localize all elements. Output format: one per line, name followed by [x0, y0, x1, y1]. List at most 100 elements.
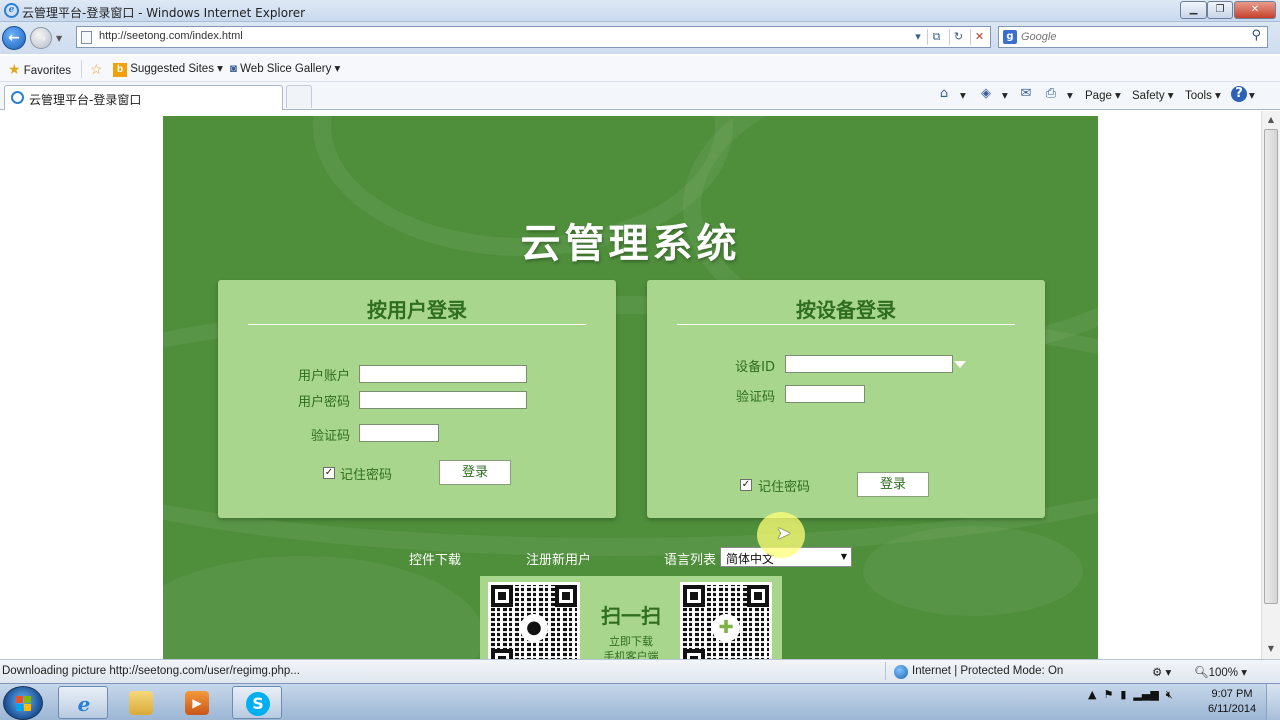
favorites-bar: ★ Favorites ☆ b Suggested Sites ▾ ◙ Web … [0, 56, 1280, 82]
language-list-label: 语言列表 [664, 553, 717, 568]
address-bar[interactable]: http://seetong.com/index.html ▾ ⧉ ↻ ✕ [76, 26, 991, 48]
scrollbar-thumb[interactable] [1264, 129, 1278, 604]
device-id-dropdown-icon[interactable] [954, 361, 966, 368]
captcha-label: 验证码 [735, 390, 775, 405]
internet-zone-icon [894, 665, 908, 679]
device-remember-password-checkbox[interactable]: ✓ [740, 479, 752, 491]
tools-menu[interactable]: Tools ▾ [1185, 88, 1221, 102]
login-page: 云管理系统 按用户登录 用户账户 用户密码 验证码 ✓ 记住密码 登录 按设备登… [163, 116, 1098, 659]
suggested-sites-button[interactable]: b Suggested Sites ▾ [113, 61, 223, 77]
user-login-button[interactable]: 登录 [439, 460, 511, 485]
taskbar-skype[interactable]: S [232, 686, 282, 719]
scroll-down-icon[interactable]: ▼ [1264, 642, 1278, 656]
show-desktop-button[interactable] [1266, 684, 1280, 720]
mail-icon[interactable]: ✉ [1018, 86, 1034, 102]
android-icon: ✚ [712, 614, 740, 642]
plugin-download-link[interactable]: 控件下载 [409, 549, 461, 568]
captcha-label: 验证码 [310, 429, 350, 444]
address-url[interactable]: http://seetong.com/index.html [99, 30, 243, 42]
device-login-button[interactable]: 登录 [857, 472, 929, 497]
user-login-panel: 按用户登录 用户账户 用户密码 验证码 ✓ 记住密码 登录 [218, 280, 616, 518]
forward-button[interactable]: → [30, 27, 52, 49]
taskbar-internet-explorer[interactable]: e [58, 686, 108, 719]
minimize-button[interactable]: ▁ [1180, 1, 1207, 19]
close-button[interactable]: ✕ [1234, 1, 1276, 19]
chevron-down-icon: ▼ [840, 552, 847, 561]
address-dropdown-icon[interactable]: ▾ [909, 29, 927, 45]
title-divider [677, 324, 1015, 325]
protected-mode-icon[interactable]: ⚙ ▾ [1152, 665, 1171, 679]
vertical-scrollbar[interactable]: ▲ ▼ [1261, 111, 1280, 659]
remember-password-checkbox[interactable]: ✓ [323, 467, 335, 479]
device-captcha-input[interactable] [785, 385, 865, 403]
volume-icon[interactable]: 🔇︎ [1166, 688, 1173, 701]
bing-icon: b [113, 63, 127, 77]
print-dropdown-icon[interactable]: ▾ [1067, 88, 1073, 102]
new-tab-button[interactable] [286, 85, 312, 108]
title-divider [248, 324, 586, 325]
tab-login-window[interactable]: 云管理平台-登录窗口 [4, 85, 283, 110]
search-icon[interactable]: ⚲ [1251, 28, 1261, 43]
device-id-input[interactable] [785, 355, 953, 373]
account-input[interactable] [359, 365, 527, 383]
ios-qr-code[interactable]: ● [488, 582, 580, 659]
ie-logo-icon: e [4, 3, 19, 18]
title-bar: e 云管理平台-登录窗口 - Windows Internet Explorer… [0, 0, 1280, 22]
recent-pages-dropdown-icon[interactable]: ▼ [56, 34, 62, 43]
register-new-user-link[interactable]: 注册新用户 [526, 549, 591, 568]
media-player-icon: ▶ [185, 691, 209, 715]
search-box[interactable]: g ⚲ [998, 26, 1268, 48]
internet-explorer-icon: e [77, 692, 91, 716]
tab-bar: 云管理平台-登录窗口 ⌂ ▾ ◈ ▾ ✉ ⎙ ▾ Page ▾ Safety ▾… [0, 82, 1280, 110]
favbar-divider [81, 60, 82, 78]
home-icon[interactable]: ⌂ [936, 86, 952, 102]
suggested-sites-label: Suggested Sites [130, 63, 214, 75]
search-input[interactable] [1021, 29, 1231, 45]
stop-icon[interactable]: ✕ [970, 29, 988, 45]
zoom-control[interactable]: 🔍︎100% ▾ [1194, 665, 1247, 679]
home-dropdown-icon[interactable]: ▾ [960, 88, 966, 102]
device-login-title: 按设备登录 [796, 298, 896, 322]
compatibility-view-icon[interactable]: ⧉ [927, 29, 945, 45]
remember-password-label: 记住密码 [340, 468, 393, 483]
back-button[interactable]: ← [2, 26, 26, 50]
web-slice-gallery-button[interactable]: ◙ Web Slice Gallery ▾ [230, 61, 340, 75]
help-icon[interactable]: ? [1231, 86, 1247, 102]
action-center-flag-icon[interactable]: ⚑ [1103, 688, 1113, 701]
battery-icon[interactable]: ▮ [1120, 688, 1126, 701]
start-button[interactable] [3, 686, 43, 720]
mouse-cursor-icon: ➤ [776, 523, 792, 544]
clock[interactable]: 9:07 PM 6/11/2014 [1204, 687, 1260, 717]
scroll-up-icon[interactable]: ▲ [1264, 113, 1278, 127]
network-icon[interactable]: ▂▄▆ [1133, 688, 1158, 701]
refresh-icon[interactable]: ↻ [949, 29, 967, 45]
show-hidden-icons-icon[interactable]: ▲ [1088, 688, 1096, 701]
scan-subtitle-1: 立即下载 [609, 635, 653, 648]
zoom-level: 100% [1208, 667, 1239, 679]
safety-menu[interactable]: Safety ▾ [1132, 88, 1174, 102]
feeds-icon[interactable]: ◈ [978, 86, 994, 102]
android-qr-code[interactable]: ✚ [680, 582, 772, 659]
scan-subtitle-2: 手机客户端 [603, 650, 659, 659]
apple-icon: ● [520, 614, 548, 642]
restore-button[interactable]: ❐ [1207, 1, 1233, 19]
page-menu[interactable]: Page ▾ [1085, 88, 1121, 102]
print-icon[interactable]: ⎙ [1043, 86, 1059, 102]
clock-time: 9:07 PM [1211, 688, 1253, 700]
add-favorite-icon: ☆ [90, 61, 103, 77]
taskbar-explorer[interactable] [116, 686, 166, 719]
system-tray: ▲ ⚑ ▮ ▂▄▆ 🔇︎ [1088, 688, 1173, 702]
status-divider [885, 662, 886, 680]
help-dropdown-icon[interactable]: ▾ [1249, 88, 1255, 102]
password-input[interactable] [359, 391, 527, 409]
security-zone-text[interactable]: Internet | Protected Mode: On [912, 665, 1063, 677]
clock-date: 6/11/2014 [1207, 703, 1257, 715]
taskbar-media-player[interactable]: ▶ [172, 686, 222, 719]
favorites-button[interactable]: ★ Favorites [8, 61, 71, 78]
captcha-input[interactable] [359, 424, 439, 442]
feeds-dropdown-icon[interactable]: ▾ [1002, 88, 1008, 102]
add-to-favorites-bar-button[interactable]: ☆ [90, 61, 103, 78]
back-arrow-icon: ← [8, 30, 20, 46]
page-icon [81, 31, 92, 44]
device-remember-password-label: 记住密码 [758, 480, 811, 495]
